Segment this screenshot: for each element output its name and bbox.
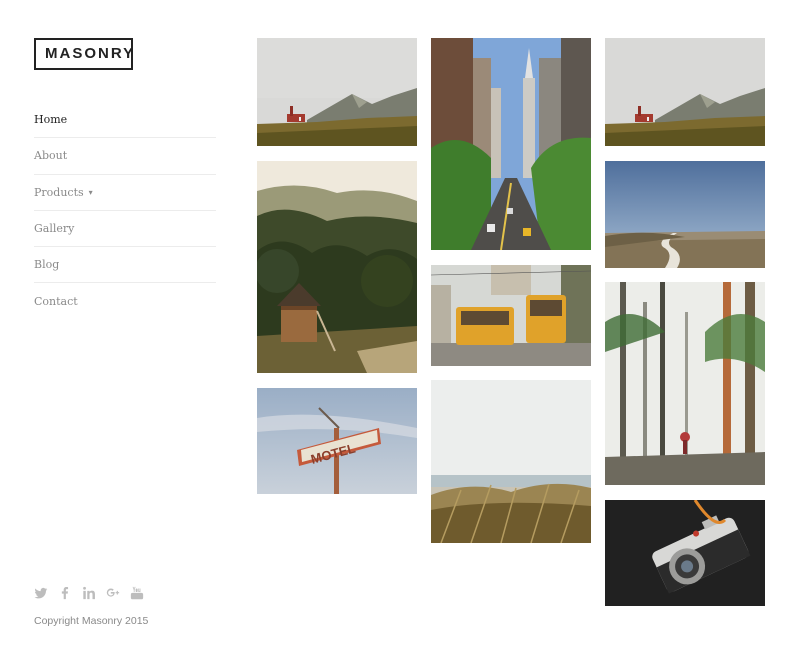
nav-item-contact[interactable]: Contact — [34, 283, 216, 319]
nav-item-label: Blog — [34, 258, 60, 272]
main-nav: Home About Products ▾ Gallery Blog Conta… — [34, 102, 216, 320]
tram-photo[interactable] — [431, 265, 591, 366]
google-plus-icon[interactable] — [106, 586, 120, 600]
city-street-photo[interactable] — [431, 38, 591, 250]
nav-item-gallery[interactable]: Gallery — [34, 211, 216, 248]
nav-item-label: Home — [34, 113, 68, 127]
facebook-icon[interactable] — [58, 586, 72, 600]
nav-item-label: Gallery — [34, 222, 75, 236]
copyright-text: Copyright Masonry 2015 — [34, 615, 149, 627]
sidebar: MASONRY Home About Products ▾ Gallery Bl… — [34, 38, 216, 638]
field-road-photo[interactable] — [605, 161, 765, 268]
camera-photo[interactable] — [605, 500, 765, 606]
chevron-down-icon: ▾ — [88, 188, 93, 198]
misty-forest-photo[interactable] — [605, 282, 765, 485]
site-logo[interactable]: MASONRY — [34, 38, 133, 70]
motel-sign-photo[interactable]: MOTEL — [257, 388, 417, 494]
nav-item-about[interactable]: About — [34, 138, 216, 175]
church-hills-photo-2[interactable] — [605, 38, 765, 146]
linkedin-icon[interactable] — [82, 586, 96, 600]
nav-item-label: About — [34, 149, 68, 163]
forest-cabin-photo[interactable] — [257, 161, 417, 373]
nav-item-home[interactable]: Home — [34, 102, 216, 139]
nav-item-products[interactable]: Products ▾ — [34, 175, 216, 211]
twitter-icon[interactable] — [34, 586, 48, 600]
beach-grass-photo[interactable] — [431, 380, 591, 543]
youtube-icon[interactable] — [130, 586, 144, 600]
nav-item-label: Products — [34, 185, 84, 199]
nav-item-label: Contact — [34, 295, 78, 309]
nav-item-blog[interactable]: Blog — [34, 247, 216, 284]
social-links — [34, 586, 144, 600]
church-hills-photo[interactable] — [257, 38, 417, 146]
